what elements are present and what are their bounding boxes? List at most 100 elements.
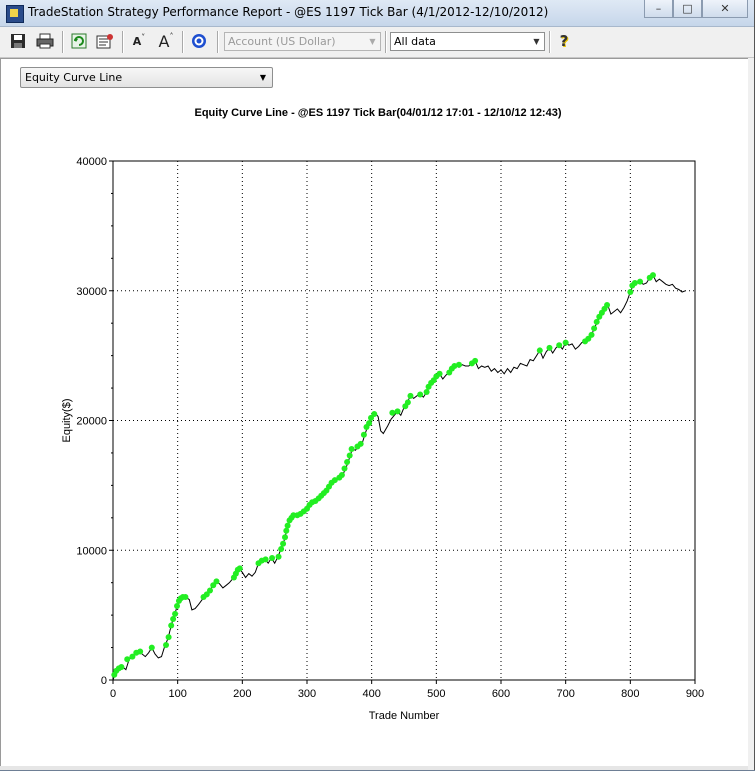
status-bar xyxy=(0,766,748,770)
new-high-point xyxy=(283,527,290,534)
new-high-point xyxy=(165,634,172,641)
new-high-point xyxy=(649,272,656,279)
x-tick-label: 300 xyxy=(298,688,316,700)
new-high-point xyxy=(546,344,553,351)
toolbar-separator xyxy=(122,31,124,53)
date-range-value: All data xyxy=(394,35,436,48)
toolbar-separator xyxy=(182,31,184,53)
x-tick-label: 400 xyxy=(362,688,380,700)
toolbar-separator xyxy=(217,31,219,53)
new-high-point xyxy=(137,648,144,655)
new-high-point xyxy=(344,459,351,466)
x-tick-label: 600 xyxy=(492,688,510,700)
maximize-button[interactable]: □ xyxy=(673,0,702,18)
new-high-point xyxy=(360,431,367,438)
new-high-point xyxy=(348,446,355,453)
x-tick-label: 100 xyxy=(168,688,186,700)
new-high-point xyxy=(631,279,638,286)
new-high-point xyxy=(423,388,430,395)
new-high-point xyxy=(436,370,443,377)
new-high-point xyxy=(346,452,353,459)
chart-title: Equity Curve Line - @ES 1197 Tick Bar(04… xyxy=(195,107,562,119)
save-icon[interactable] xyxy=(8,31,28,51)
new-high-point xyxy=(174,603,181,610)
new-high-point xyxy=(593,318,600,325)
new-high-point xyxy=(262,556,269,563)
font-increase-icon[interactable]: A ˄ xyxy=(156,31,176,51)
new-high-point xyxy=(182,593,189,600)
x-tick-label: 200 xyxy=(233,688,251,700)
x-tick-label: 700 xyxy=(556,688,574,700)
new-high-point xyxy=(591,325,598,332)
account-select-value: Account (US Dollar) xyxy=(228,35,336,48)
equity-curve-chart: Equity Curve Line - @ES 1197 Tick Bar(04… xyxy=(61,107,704,722)
new-high-point xyxy=(172,610,179,617)
arrow-down-icon: ˅ xyxy=(141,32,146,42)
x-tick-label: 500 xyxy=(427,688,445,700)
new-high-point xyxy=(394,408,401,415)
toolbar-separator xyxy=(385,31,387,53)
new-high-point xyxy=(627,289,634,296)
new-high-point xyxy=(417,391,424,398)
y-tick-label: 0 xyxy=(101,675,107,687)
account-select[interactable]: Account (US Dollar) ▼ xyxy=(224,32,381,51)
new-high-point xyxy=(562,339,569,346)
print-icon[interactable] xyxy=(35,31,55,51)
new-high-point xyxy=(148,644,155,651)
new-high-point xyxy=(338,471,345,478)
help-icon[interactable]: ? xyxy=(554,31,574,51)
arrow-up-icon: ˄ xyxy=(169,31,174,41)
new-high-point xyxy=(455,361,462,368)
window-title: TradeStation Strategy Performance Report… xyxy=(28,5,549,19)
new-high-point xyxy=(275,553,282,560)
chevron-down-icon: ▼ xyxy=(369,37,376,46)
close-button[interactable]: ✕ xyxy=(702,0,748,18)
new-high-point xyxy=(282,534,289,541)
new-high-point xyxy=(389,409,396,416)
y-tick-label: 10000 xyxy=(76,545,107,557)
toolbar: A ˅ A ˄ Account (US Dollar) ▼ All data ▼ ? xyxy=(0,27,754,58)
refresh-icon[interactable] xyxy=(69,31,89,51)
new-high-point xyxy=(366,420,373,427)
minimize-button[interactable]: – xyxy=(644,0,673,18)
date-range-select[interactable]: All data ▼ xyxy=(390,32,545,51)
report-window: TradeStation Strategy Performance Report… xyxy=(0,0,755,770)
new-high-point xyxy=(163,641,170,648)
new-high-point xyxy=(124,656,131,663)
toolbar-separator xyxy=(549,31,551,53)
new-high-point xyxy=(407,392,414,399)
new-high-point xyxy=(556,342,563,349)
new-high-point xyxy=(588,331,595,338)
new-high-point xyxy=(236,565,243,572)
new-high-point xyxy=(269,555,276,562)
new-high-point xyxy=(472,357,479,364)
tradestation-app-icon xyxy=(6,5,24,23)
font-increase-label: A xyxy=(158,31,170,51)
new-high-point xyxy=(213,578,220,585)
chevron-down-icon: ▼ xyxy=(533,37,540,46)
settings-icon[interactable] xyxy=(95,31,115,51)
y-tick-label: 20000 xyxy=(76,416,107,428)
new-high-point xyxy=(341,465,348,472)
y-tick-label: 40000 xyxy=(76,156,107,168)
font-decrease-label: A xyxy=(132,34,142,48)
new-high-point xyxy=(278,545,285,552)
new-high-point xyxy=(168,622,175,629)
y-tick-label: 30000 xyxy=(76,286,107,298)
title-bar: TradeStation Strategy Performance Report… xyxy=(0,0,754,27)
new-high-point xyxy=(284,522,291,529)
font-decrease-icon[interactable]: A ˅ xyxy=(129,31,149,51)
window-controls: – □ ✕ xyxy=(644,0,748,18)
new-high-point xyxy=(280,540,287,547)
new-high-point xyxy=(118,664,125,671)
new-high-point xyxy=(170,616,177,623)
target-icon[interactable] xyxy=(189,31,209,51)
new-high-point xyxy=(536,347,543,354)
new-high-point xyxy=(371,411,378,418)
x-tick-label: 0 xyxy=(110,688,116,700)
x-axis-label: Trade Number xyxy=(369,710,440,722)
new-high-point xyxy=(637,278,644,285)
new-high-point xyxy=(604,302,611,309)
new-high-point xyxy=(207,587,213,594)
x-tick-label: 900 xyxy=(686,688,704,700)
